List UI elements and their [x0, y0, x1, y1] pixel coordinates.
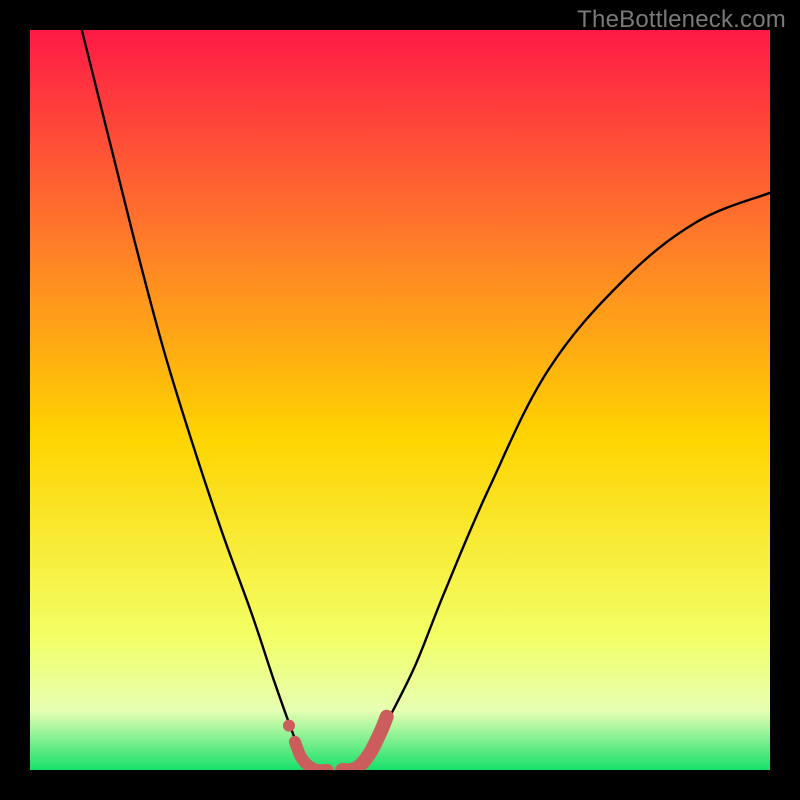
- plot-area: [30, 30, 770, 770]
- chart-stage: TheBottleneck.com: [0, 0, 800, 800]
- marker-dot-upper: [283, 720, 295, 732]
- gradient-background: [30, 30, 770, 770]
- watermark-text: TheBottleneck.com: [577, 6, 786, 34]
- chart-svg: [30, 30, 770, 770]
